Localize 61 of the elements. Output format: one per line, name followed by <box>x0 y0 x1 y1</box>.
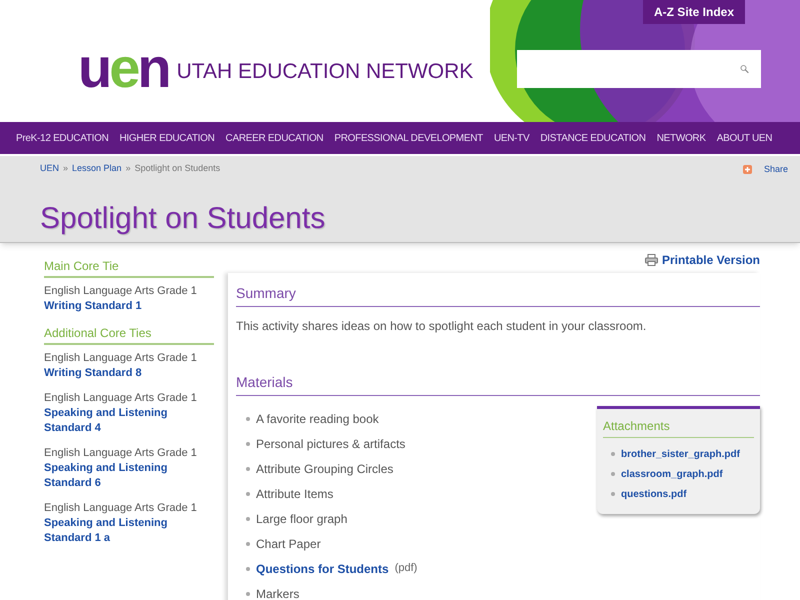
material-item: Chart Paper <box>256 536 321 552</box>
nav-link[interactable]: CAREER EDUCATION <box>226 130 324 146</box>
subject-text: English Language Arts Grade 1 <box>44 446 198 461</box>
nav-link[interactable]: PROFESSIONAL DEVELOPMENT <box>334 130 483 146</box>
logo[interactable]: uen <box>78 40 169 96</box>
summary-text: This activity shares ideas on how to spotlight each student in your classroom. <box>236 318 648 335</box>
bullet-icon <box>246 592 250 596</box>
nav-link[interactable]: PreK-12 EDUCATION <box>16 130 109 146</box>
subject-text: English Language Arts Grade 1 <box>44 351 198 366</box>
printable-version-link[interactable]: Printable Version <box>662 250 760 268</box>
nav-link[interactable]: DISTANCE EDUCATION <box>540 130 646 146</box>
bullet-icon <box>246 566 250 570</box>
page-title: Spotlight on Students <box>40 200 326 236</box>
bullet-icon <box>246 442 250 446</box>
file-type-note: (pdf) <box>394 561 418 576</box>
material-item: Markers <box>256 586 300 600</box>
breadcrumb-link[interactable]: UEN <box>40 162 60 176</box>
printer-icon[interactable] <box>644 254 658 266</box>
material-item: Attribute Grouping Circles <box>256 460 394 478</box>
standard-link[interactable]: Speaking and Listening Standard 6 <box>44 461 214 491</box>
standard-link[interactable]: Writing Standard 8 <box>44 366 214 381</box>
bullet-icon <box>611 452 615 456</box>
subject-text: English Language Arts Grade 1 <box>44 391 198 406</box>
subject-text: English Language Arts Grade 1 <box>44 501 198 516</box>
attachments-heading: Attachments <box>603 417 754 438</box>
section-heading: Summary <box>236 283 760 307</box>
bullet-icon <box>611 492 615 496</box>
material-item: Attribute Items <box>256 486 334 502</box>
bullet-icon <box>611 472 615 476</box>
nav-link[interactable]: HIGHER EDUCATION <box>120 130 215 146</box>
breadcrumb-separator: » <box>126 162 131 175</box>
breadcrumb-link[interactable]: Lesson Plan <box>72 162 122 176</box>
attachment-link[interactable]: classroom_graph.pdf <box>621 466 723 482</box>
standard-link[interactable]: Writing Standard 1 <box>44 299 214 314</box>
material-item: Large floor graph <box>256 510 348 528</box>
material-item: Personal pictures & artifacts <box>256 436 406 452</box>
breadcrumb-separator: » <box>63 162 68 175</box>
bullet-icon <box>246 416 250 420</box>
subject-text: English Language Arts Grade 1 <box>44 284 198 299</box>
sidebar-heading: Additional Core Ties <box>44 324 214 345</box>
section-heading: Materials <box>236 372 760 396</box>
nav-link[interactable]: UEN-TV <box>494 130 530 146</box>
sidebar-heading: Main Core Tie <box>44 257 214 278</box>
attachment-link[interactable]: questions.pdf <box>621 486 687 502</box>
bullet-icon <box>246 516 250 520</box>
standard-link[interactable]: Speaking and Listening Standard 4 <box>44 406 214 436</box>
share-link[interactable]: Share <box>764 163 788 176</box>
material-item: A favorite reading book <box>256 410 379 428</box>
nav-link[interactable]: NETWORK <box>656 130 706 146</box>
search-field[interactable] <box>517 50 761 88</box>
breadcrumb-current: Spotlight on Students <box>134 162 220 175</box>
nav-link[interactable]: ABOUT UEN <box>716 130 772 146</box>
plus-icon[interactable] <box>742 165 752 174</box>
bullet-icon <box>246 492 250 496</box>
attachment-link[interactable]: brother_sister_graph.pdf <box>621 446 740 462</box>
bullet-icon <box>246 542 250 546</box>
site-name: UTAH EDUCATION NETWORK <box>176 59 474 86</box>
bullet-icon <box>246 466 250 470</box>
material-link[interactable]: Questions for Students <box>256 560 389 578</box>
site-index-button[interactable]: A-Z Site Index <box>643 0 745 24</box>
standard-link[interactable]: Speaking and Listening Standard 1 a <box>44 516 214 546</box>
